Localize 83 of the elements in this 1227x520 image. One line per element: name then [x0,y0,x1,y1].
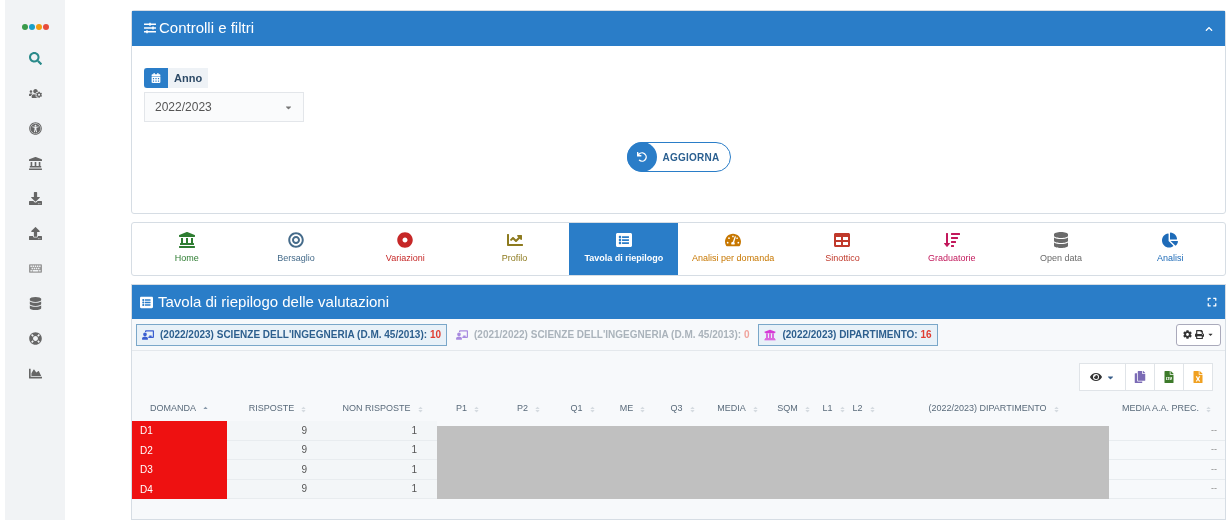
nav-tab[interactable]: Bersaglio [241,223,351,275]
column-header[interactable]: DOMANDA [132,402,227,416]
accessibility-icon[interactable] [28,122,42,135]
nav-tab[interactable]: Analisi per domanda [678,223,788,275]
gauge-icon [725,232,742,249]
table-cell: 9 [227,421,329,441]
nav-tab[interactable]: Home [132,223,242,275]
building-icon[interactable] [28,157,42,170]
table-cell: -- [1109,479,1225,499]
area-chart-icon[interactable] [28,367,42,380]
nav-tab[interactable]: Profilo [459,223,570,275]
table-cell: 1 [329,440,437,460]
column-header[interactable]: P1 [437,402,499,416]
column-header[interactable]: Q1 [559,402,607,416]
database-icon[interactable] [28,297,42,310]
column-header[interactable]: Q3 [659,402,707,416]
table-cell: -- [1109,421,1225,441]
table-cell: 1 [329,421,437,441]
upload-icon[interactable] [28,227,42,240]
eye-icon [1090,371,1102,383]
nav-tab[interactable]: Graduatorie [897,223,1007,275]
settings-icon [1183,330,1192,339]
sort-icon [943,232,960,249]
refresh-icon [636,152,647,162]
calendar-icon [151,73,161,83]
column-header[interactable]: (2022/2023) DIPARTIMENTO [879,402,1109,416]
sliders-icon [144,22,156,35]
csv-file-icon [1163,371,1175,383]
column-header[interactable]: RISPOSTE [227,402,329,416]
table-cell: 1 [329,460,437,480]
table-cell: 1 [329,479,437,499]
table-cell: D3 [132,460,227,480]
column-header[interactable]: L1 [819,402,849,416]
nav-tab[interactable]: Tavola di riepilogo [569,223,679,275]
logo-icon[interactable] [21,24,49,30]
column-header[interactable]: ME [607,402,659,416]
column-header[interactable]: L2 [849,402,879,416]
nav-tab[interactable]: Sinottico [787,223,898,275]
panel-title: Tavola di riepilogo delle valutazioni [158,292,389,312]
year-label: Anno [144,68,209,88]
list-icon [140,295,153,309]
search-icon[interactable] [28,52,42,65]
column-header[interactable]: P2 [499,402,559,416]
table-cell: 9 [227,460,329,480]
database-icon [1053,232,1069,249]
table-cell: -- [1109,460,1225,480]
collapse-icon[interactable] [1205,25,1213,33]
table-cell: 9 [227,479,329,499]
life-ring-icon[interactable] [28,332,42,345]
building-icon [764,328,777,341]
panel-title: Controlli e filtri [159,18,255,38]
teacher-icon [142,328,154,341]
table-cell: -- [1109,440,1225,460]
filter-badge[interactable]: (2022/2023) SCIENZE DELL'INGEGNERIA (D.M. 45/2013): 10 [136,323,447,346]
copy-icon [1134,371,1146,383]
target-icon [287,232,304,249]
line-chart-icon [506,232,523,249]
keyboard-icon[interactable] [28,262,42,275]
fullscreen-icon[interactable] [1207,297,1217,307]
users-gear-icon[interactable] [28,87,42,100]
table-cell: D2 [132,440,227,460]
column-header[interactable]: MEDIA [707,402,769,416]
nav-tab[interactable]: Open data [1006,223,1116,275]
filter-badge[interactable]: (2022/2023) DIPARTIMENTO: 16 [758,323,938,346]
table-cell: D4 [132,479,227,499]
teacher-icon [456,328,468,341]
column-header[interactable]: MEDIA A.A. PREC. [1109,402,1225,416]
nav-tab[interactable]: Analisi [1115,223,1225,275]
table-cell: 9 [227,440,329,460]
column-header[interactable]: NON RISPOSTE [329,402,437,416]
column-header[interactable]: SQM [769,402,819,416]
year-select[interactable]: 2022/2023 [144,92,304,122]
caret-icon [1207,331,1214,338]
grid-icon [834,232,851,249]
print-icon [1195,330,1204,339]
excel-file-icon [1192,371,1204,383]
pie-chart-icon [1162,232,1179,249]
settings-print-button[interactable] [1176,323,1221,346]
list-icon [615,232,632,249]
table-cell: D1 [132,421,227,441]
nav-tab[interactable]: Variazioni [350,223,460,275]
building-icon [178,232,195,249]
download-icon[interactable] [28,192,42,205]
